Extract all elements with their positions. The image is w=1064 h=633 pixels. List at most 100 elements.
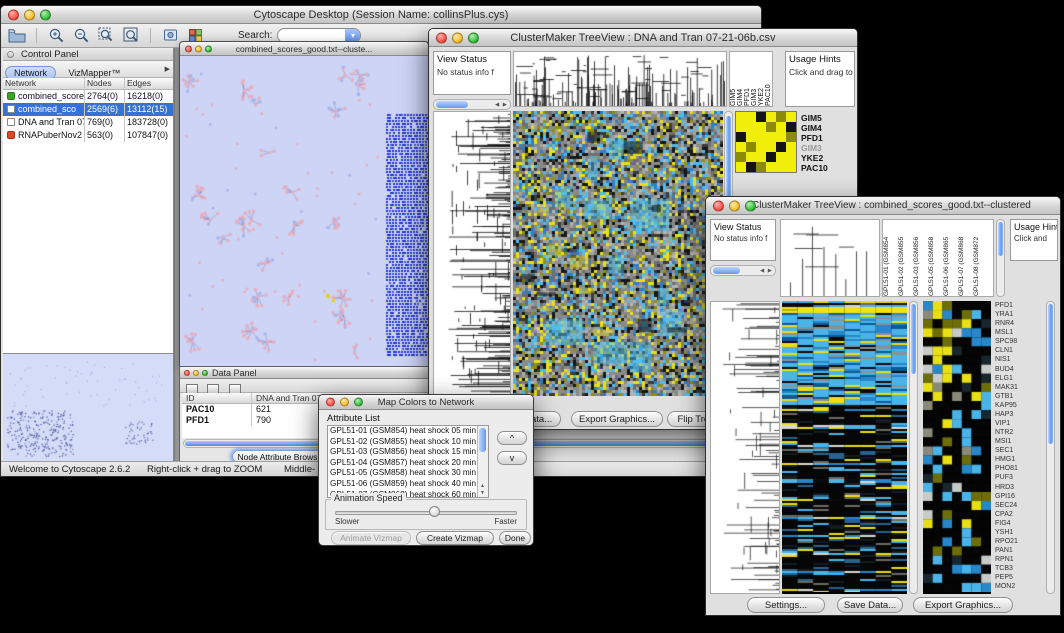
network-canvas-area[interactable] bbox=[180, 56, 428, 366]
network-list-row[interactable]: combined_sco2569(6)13112(15) bbox=[3, 103, 173, 116]
matrix-cell[interactable] bbox=[776, 142, 786, 152]
minimize-button[interactable] bbox=[452, 32, 463, 43]
create-vizmap-button[interactable]: Create Vizmap bbox=[416, 531, 494, 545]
attribute-list-item[interactable]: GPL51-06 (GSM859) heat shock 40 min bbox=[328, 479, 488, 490]
gene-label[interactable]: VIP1 bbox=[995, 419, 1041, 428]
treeview-dna-titlebar[interactable]: ClusterMaker TreeView : DNA and Tran 07-… bbox=[429, 29, 857, 47]
gene-label[interactable]: HMG1 bbox=[995, 455, 1041, 464]
move-down-button[interactable]: v bbox=[497, 451, 527, 465]
column-label[interactable]: GPL51-01 (GSM854 bbox=[883, 220, 898, 296]
gene-list-vscrollbar[interactable] bbox=[1046, 301, 1055, 594]
attribute-list-item[interactable]: GPL51-03 (GSM856) heat shock 15 min bbox=[328, 447, 488, 458]
scroll-arrows-icon[interactable]: ◀ ▶ bbox=[760, 268, 773, 274]
heatmap-zoom-view[interactable] bbox=[923, 301, 991, 594]
column-labels-vscrollbar[interactable] bbox=[996, 219, 1005, 297]
gene-label[interactable]: RPO21 bbox=[995, 537, 1041, 546]
matrix-cell[interactable] bbox=[746, 152, 756, 162]
zoom-button[interactable] bbox=[745, 200, 756, 211]
minimize-button[interactable] bbox=[729, 200, 740, 211]
zoom-button[interactable] bbox=[354, 398, 363, 407]
matrix-cell[interactable] bbox=[756, 132, 766, 142]
zoom-button[interactable] bbox=[202, 370, 208, 376]
scrollbar-thumb[interactable] bbox=[479, 428, 486, 452]
gene-label[interactable]: RPN1 bbox=[995, 555, 1041, 564]
row-dendrogram[interactable] bbox=[710, 301, 780, 594]
minimize-button[interactable] bbox=[195, 45, 202, 52]
gene-label[interactable]: GTB1 bbox=[995, 392, 1041, 401]
animation-speed-slider[interactable] bbox=[335, 511, 517, 515]
matrix-cell[interactable] bbox=[766, 162, 776, 172]
gene-label[interactable]: SEC24 bbox=[995, 501, 1041, 510]
attribute-list-item[interactable]: GPL51-05 (GSM858) heat shock 30 min bbox=[328, 468, 488, 479]
matrix-cell[interactable] bbox=[746, 122, 756, 132]
main-titlebar[interactable]: Cytoscape Desktop (Session Name: collins… bbox=[1, 6, 761, 24]
attribute-list-item[interactable]: GPL51-01 (GSM854) heat shock 05 min bbox=[328, 426, 488, 437]
row-dendrogram[interactable] bbox=[433, 111, 511, 396]
gene-label[interactable]: GIM4 bbox=[801, 123, 845, 133]
settings-button[interactable]: Settings... bbox=[747, 597, 825, 613]
zoom-button[interactable] bbox=[205, 45, 212, 52]
attribute-list[interactable]: ▲ ▼ GPL51-01 (GSM854) heat shock 05 minG… bbox=[327, 425, 489, 498]
matrix-cell[interactable] bbox=[736, 132, 746, 142]
close-button[interactable] bbox=[436, 32, 447, 43]
matrix-cell[interactable] bbox=[776, 122, 786, 132]
column-dendrogram-canvas[interactable] bbox=[781, 220, 879, 296]
gene-label[interactable]: PAC10 bbox=[801, 163, 845, 173]
column-label[interactable]: GPL51-07 (GSM868 bbox=[958, 220, 973, 296]
scrollbar-thumb[interactable] bbox=[436, 101, 468, 108]
network-overview-panel[interactable] bbox=[3, 353, 173, 463]
scroll-down-icon[interactable]: ▼ bbox=[480, 490, 485, 496]
gene-label[interactable]: GIM5 bbox=[801, 113, 845, 123]
zoom-in-button[interactable] bbox=[46, 26, 66, 45]
gene-label[interactable]: HAP3 bbox=[995, 410, 1041, 419]
gene-label[interactable]: PHO81 bbox=[995, 464, 1041, 473]
zoom-button[interactable] bbox=[40, 9, 51, 20]
gene-label[interactable]: MAK31 bbox=[995, 383, 1041, 392]
network-list-row[interactable]: combined_scores2764(0)16218(0) bbox=[3, 90, 173, 103]
gene-label[interactable]: YSH1 bbox=[995, 528, 1041, 537]
gene-label[interactable]: ELG1 bbox=[995, 374, 1041, 383]
gene-label[interactable]: SPC98 bbox=[995, 337, 1041, 346]
gene-label[interactable]: MSI1 bbox=[995, 437, 1041, 446]
column-label[interactable]: GPL51-08 (GSM872 bbox=[973, 220, 988, 296]
column-label[interactable]: GPL51-06 (GSM865 bbox=[943, 220, 958, 296]
float-panel-icon[interactable] bbox=[7, 51, 14, 58]
heatmap-canvas[interactable] bbox=[513, 111, 723, 396]
matrix-cell[interactable] bbox=[746, 162, 756, 172]
gene-label[interactable]: MSL1 bbox=[995, 328, 1041, 337]
zoom-fit-button[interactable] bbox=[121, 26, 141, 45]
network-list-row[interactable]: RNAPuberNov2563(0)107847(0) bbox=[3, 129, 173, 142]
scrollbar-thumb[interactable] bbox=[713, 267, 740, 274]
close-button[interactable] bbox=[184, 370, 190, 376]
network-view-titlebar[interactable]: combined_scores_good.txt--cluste... bbox=[180, 42, 428, 56]
zoom-out-button[interactable] bbox=[71, 26, 91, 45]
matrix-cell[interactable] bbox=[766, 142, 776, 152]
column-dendrogram-canvas[interactable] bbox=[514, 52, 726, 106]
network-list-row[interactable]: DNA and Tran 07769(0)183728(0) bbox=[3, 116, 173, 129]
gene-label[interactable]: NIS1 bbox=[995, 355, 1041, 364]
matrix-cell[interactable] bbox=[776, 162, 786, 172]
matrix-cell[interactable] bbox=[786, 162, 796, 172]
gene-label[interactable]: YKE2 bbox=[801, 153, 845, 163]
treeview-combined-titlebar[interactable]: ClusterMaker TreeView : combined_scores_… bbox=[706, 197, 1060, 215]
matrix-cell[interactable] bbox=[786, 132, 796, 142]
scroll-up-icon[interactable]: ▲ bbox=[480, 483, 485, 489]
column-label[interactable]: GPL51-02 (GSM855 bbox=[898, 220, 913, 296]
attribute-list-item[interactable]: GPL51-02 (GSM855) heat shock 10 min bbox=[328, 437, 488, 448]
export-graphics-button[interactable]: Export Graphics... bbox=[571, 411, 663, 427]
column-label[interactable]: GPL51-03 (GSM856 bbox=[913, 220, 928, 296]
matrix-cell[interactable] bbox=[766, 112, 776, 122]
matrix-cell[interactable] bbox=[776, 152, 786, 162]
export-graphics-button[interactable]: Export Graphics... bbox=[913, 597, 1013, 613]
dialog-titlebar[interactable]: Map Colors to Network bbox=[319, 395, 533, 410]
move-up-button[interactable]: ^ bbox=[497, 431, 527, 445]
network-overview-canvas[interactable] bbox=[3, 354, 172, 462]
heatmap-vscrollbar[interactable] bbox=[909, 301, 918, 594]
matrix-cell[interactable] bbox=[786, 112, 796, 122]
gene-label[interactable]: PAN1 bbox=[995, 546, 1041, 555]
row-dendrogram-canvas[interactable] bbox=[434, 112, 510, 395]
column-label[interactable]: GPL51-05 (GSM858 bbox=[928, 220, 943, 296]
column-label[interactable]: GIM5 bbox=[730, 52, 737, 106]
network-canvas[interactable] bbox=[180, 56, 428, 366]
gene-label[interactable]: SEC1 bbox=[995, 446, 1041, 455]
